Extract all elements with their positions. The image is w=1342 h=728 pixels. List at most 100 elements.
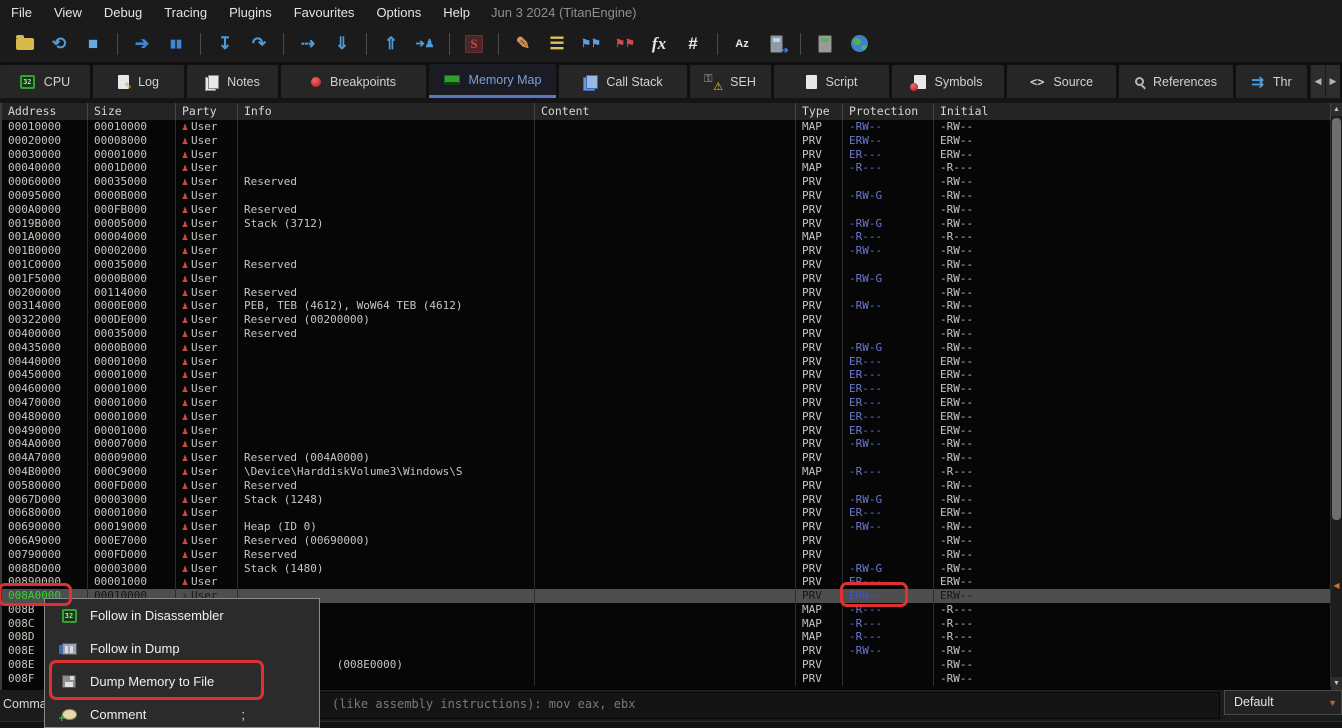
menu-debug[interactable]: Debug — [93, 0, 153, 25]
open-file-icon[interactable] — [12, 32, 38, 56]
step-into-icon[interactable]: ↧ — [212, 32, 238, 56]
comment-icon[interactable]: ☰ — [544, 32, 570, 56]
tab-scroll-right-icon[interactable]: ▶ — [1325, 65, 1340, 98]
tab-call-stack[interactable]: Call Stack — [559, 65, 687, 98]
stop-icon[interactable]: ■ — [80, 32, 106, 56]
table-row[interactable]: 000400000001D000♟UserMAP-R----R--- — [2, 161, 1331, 175]
tab-script[interactable]: Script — [774, 65, 889, 98]
menu-item-comment[interactable]: Comment; — [45, 698, 319, 728]
animate-into-icon[interactable]: ⇢ — [295, 32, 321, 56]
table-row[interactable]: 0044000000001000♟UserPRVER---ERW-- — [2, 355, 1331, 369]
table-row[interactable]: 0040000000035000♟UserReservedPRV-RW-- — [2, 327, 1331, 341]
menu-help[interactable]: Help — [432, 0, 481, 25]
table-row[interactable]: 0002000000008000♟UserPRVERW--ERW-- — [2, 134, 1331, 148]
internet-icon[interactable] — [846, 32, 872, 56]
table-row[interactable]: 001C000000035000♟UserReservedPRV-RW-- — [2, 258, 1331, 272]
profile-dropdown[interactable]: Default ▼ — [1224, 690, 1342, 715]
run-icon[interactable]: ➔ — [129, 32, 155, 56]
cell-initial: -RW-- — [934, 203, 1331, 217]
animate-over-icon[interactable]: ⇓ — [329, 32, 355, 56]
menu-plugins[interactable]: Plugins — [218, 0, 283, 25]
table-row[interactable]: 001F50000000B000♟UserPRV-RW-G-RW-- — [2, 272, 1331, 286]
vertical-scrollbar[interactable]: ▲ ◀ ▼ — [1331, 103, 1342, 690]
table-row[interactable]: 000A0000000FB000♟UserReservedPRV-RW-- — [2, 203, 1331, 217]
labels-blue-icon[interactable]: ⚑⚑ — [578, 32, 604, 56]
table-row[interactable]: 00790000000FD000♟UserReservedPRV-RW-- — [2, 548, 1331, 562]
column-header-party[interactable]: Party — [176, 103, 238, 120]
column-header-initial[interactable]: Initial — [934, 103, 1331, 120]
table-row[interactable]: 0069000000019000♟UserHeap (ID 0)PRV-RW--… — [2, 520, 1331, 534]
table-row[interactable]: 0048000000001000♟UserPRVER---ERW-- — [2, 410, 1331, 424]
table-row[interactable]: 0046000000001000♟UserPRVER---ERW-- — [2, 382, 1331, 396]
column-header-info[interactable]: Info — [238, 103, 535, 120]
run-to-user-code-icon[interactable]: ➔♟ — [412, 32, 438, 56]
table-row[interactable]: 0088D00000003000♟UserStack (1480)PRV-RW-… — [2, 562, 1331, 576]
skip-exceptions-icon[interactable]: S — [461, 32, 487, 56]
table-row[interactable]: 004B0000000C9000♟User\Device\HarddiskVol… — [2, 465, 1331, 479]
tab-log[interactable]: Log — [93, 65, 184, 98]
table-row[interactable]: 00322000000DE000♟UserReserved (00200000)… — [2, 313, 1331, 327]
labels-red-icon[interactable]: ⚑⚑ — [612, 32, 638, 56]
table-row[interactable]: 0019B00000005000♟UserStack (3712)PRV-RW-… — [2, 217, 1331, 231]
menu-favourites[interactable]: Favourites — [283, 0, 366, 25]
tab-thr[interactable]: ⇉Thr — [1236, 65, 1307, 98]
table-row[interactable]: 001B000000002000♟UserPRV-RW---RW-- — [2, 244, 1331, 258]
cell-type: MAP — [796, 230, 843, 244]
table-row[interactable]: 0049000000001000♟UserPRVER---ERW-- — [2, 424, 1331, 438]
fx-icon[interactable]: fx — [646, 32, 672, 56]
scrollbar-thumb[interactable] — [1332, 118, 1341, 520]
table-row[interactable]: 0067D00000003000♟UserStack (1248)PRV-RW-… — [2, 493, 1331, 507]
tab-memory-map[interactable]: Memory Map — [429, 64, 556, 98]
tab-scroll-left-icon[interactable]: ◀ — [1310, 65, 1325, 98]
step-over-icon[interactable]: ↷ — [246, 32, 272, 56]
table-row[interactable]: 0001000000010000♟UserMAP-RW---RW-- — [2, 120, 1331, 134]
column-header-type[interactable]: Type — [796, 103, 843, 120]
tab-cpu[interactable]: 32CPU — [0, 65, 90, 98]
menu-options[interactable]: Options — [365, 0, 432, 25]
menu-item-follow-in-disassembler[interactable]: 32Follow in Disassembler — [45, 599, 319, 632]
hash-icon[interactable]: # — [680, 32, 706, 56]
column-header-content[interactable]: Content — [535, 103, 796, 120]
cell-info — [238, 410, 535, 424]
tab-seh[interactable]: SEH — [690, 65, 771, 98]
tab-source[interactable]: <>Source — [1007, 65, 1116, 98]
cell-content — [535, 230, 796, 244]
table-row[interactable]: 0089000000001000♟UserPRVER---ERW-- — [2, 575, 1331, 589]
scrollbar-up-icon[interactable]: ▲ — [1331, 103, 1342, 116]
menu-tracing[interactable]: Tracing — [153, 0, 218, 25]
table-row[interactable]: 000950000000B000♟UserPRV-RW-G-RW-- — [2, 189, 1331, 203]
menu-file[interactable]: File — [0, 0, 43, 25]
tab-breakpoints[interactable]: Breakpoints — [281, 65, 426, 98]
pause-icon[interactable]: ▮▮ — [163, 32, 189, 56]
patch-icon[interactable]: ✎ — [510, 32, 536, 56]
table-row[interactable]: 00580000000FD000♟UserReservedPRV-RW-- — [2, 479, 1331, 493]
column-header-size[interactable]: Size — [88, 103, 176, 120]
tab-symbols[interactable]: Symbols — [892, 65, 1004, 98]
calculator-icon[interactable] — [812, 32, 838, 56]
column-header-address[interactable]: Address — [2, 103, 88, 120]
table-row[interactable]: 001A000000004000♟UserMAP-R----R--- — [2, 230, 1331, 244]
execute-till-return-icon[interactable]: ⇑ — [378, 32, 404, 56]
table-row[interactable]: 0047000000001000♟UserPRVER---ERW-- — [2, 396, 1331, 410]
strings-az-icon[interactable]: Az — [729, 32, 755, 56]
tab-notes[interactable]: Notes — [187, 65, 278, 98]
goto-memory-icon[interactable] — [763, 32, 789, 56]
table-row[interactable]: 004350000000B000♟UserPRV-RW-G-RW-- — [2, 341, 1331, 355]
column-header-protection[interactable]: Protection — [843, 103, 934, 120]
table-row[interactable]: 0003000000001000♟UserPRVER---ERW-- — [2, 148, 1331, 162]
table-row[interactable]: 003140000000E000♟UserPEB, TEB (4612), Wo… — [2, 299, 1331, 313]
table-row[interactable]: 006A9000000E7000♟UserReserved (00690000)… — [2, 534, 1331, 548]
menu-item-dump-memory-to-file[interactable]: Dump Memory to File — [45, 665, 319, 698]
menu-item-follow-in-dump[interactable]: Follow in Dump — [45, 632, 319, 665]
tab-references[interactable]: References — [1119, 65, 1233, 98]
table-row[interactable]: 0068000000001000♟UserPRVER---ERW-- — [2, 506, 1331, 520]
mag-icon — [1135, 77, 1144, 86]
table-row[interactable]: 004A000000007000♟UserPRV-RW---RW-- — [2, 437, 1331, 451]
table-row[interactable]: 0020000000114000♟UserReservedPRV-RW-- — [2, 286, 1331, 300]
table-row[interactable]: 004A700000009000♟UserReserved (004A0000)… — [2, 451, 1331, 465]
scrollbar-down-icon[interactable]: ▼ — [1331, 677, 1342, 690]
menu-view[interactable]: View — [43, 0, 93, 25]
table-row[interactable]: 0045000000001000♟UserPRVER---ERW-- — [2, 368, 1331, 382]
restart-icon[interactable]: ⟲ — [46, 32, 72, 56]
table-row[interactable]: 0006000000035000♟UserReservedPRV-RW-- — [2, 175, 1331, 189]
